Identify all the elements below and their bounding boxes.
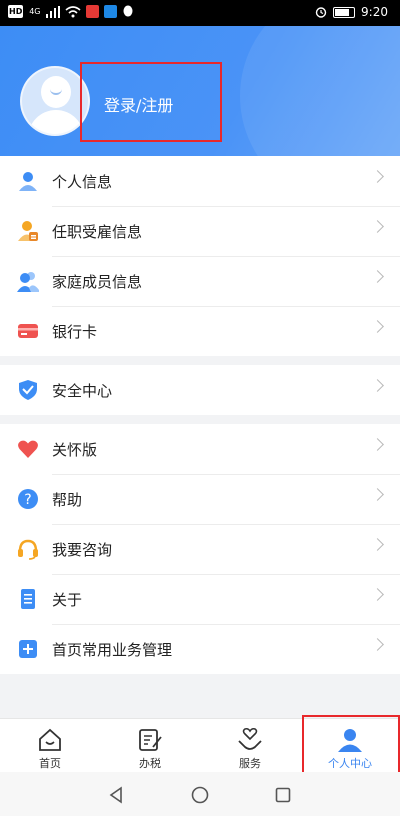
recents-icon[interactable] [275,787,291,803]
clock: 9:20 [361,5,388,19]
qq-icon [123,5,133,17]
alarm-icon [315,7,327,18]
tab-home[interactable]: 首页 [0,719,100,773]
tab-label: 首页 [39,757,61,770]
menu-item-label: 关于 [52,591,83,609]
header-decoration [240,26,400,156]
chevron-right-icon [371,379,384,392]
login-register-label: 登录/注册 [104,96,174,115]
menu-item-label: 帮助 [52,491,83,509]
tax-form-icon [139,729,162,751]
heart-icon [18,440,38,458]
plus-square-icon [19,640,37,658]
app-notification-icon [86,5,100,18]
menu-item-security-center[interactable]: 安全中心 [0,365,400,415]
menu-item-help[interactable]: ? 帮助 [0,474,400,524]
menu-item-label: 家庭成员信息 [52,273,143,291]
person-icon [19,172,37,191]
login-register-button[interactable]: 登录/注册 [80,62,222,142]
home-icon [39,728,61,751]
home-circle-icon[interactable] [191,786,209,804]
menu-item-personal-info[interactable]: 个人信息 [0,156,400,206]
family-icon [17,272,39,292]
menu-item-employment-info[interactable]: 任职受雇信息 [0,206,400,256]
menu-item-label: 安全中心 [52,382,113,400]
employment-icon [18,221,38,241]
tab-label: 服务 [239,757,261,770]
menu-group-misc: 关怀版 ? 帮助 我要咨询 关于 首页常用业务管理 [0,424,400,674]
chevron-right-icon [371,220,384,233]
menu-item-label: 个人信息 [52,173,113,191]
menu-item-care-edition[interactable]: 关怀版 [0,424,400,474]
battery-icon [333,6,356,18]
tab-label: 办税 [139,757,161,770]
chevron-right-icon [371,270,384,283]
chevron-right-icon [371,438,384,451]
menu-item-consult[interactable]: 我要咨询 [0,524,400,574]
status-bar: HD 4G 9:20 [0,0,400,26]
menu-item-about[interactable]: 关于 [0,574,400,624]
tab-tax[interactable]: 办税 [100,719,200,773]
menu-item-label: 任职受雇信息 [52,223,143,241]
chevron-right-icon [371,588,384,601]
chevron-right-icon [371,538,384,551]
tab-service[interactable]: 服务 [200,719,300,773]
menu-group-personal: 个人信息 任职受雇信息 家庭成员信息 银行卡 [0,156,400,356]
menu-item-label: 银行卡 [52,323,98,341]
avatar-body [28,110,84,134]
menu-item-home-business-management[interactable]: 首页常用业务管理 [0,624,400,674]
chevron-right-icon [371,320,384,333]
headset-icon [18,539,38,560]
service-heart-icon [238,727,262,750]
bank-card-icon [18,324,38,338]
menu-group-security: 安全中心 [0,365,400,415]
document-icon [21,589,35,609]
menu-item-bank-card[interactable]: 银行卡 [0,306,400,356]
back-icon[interactable] [108,786,124,804]
menu-item-label: 关怀版 [52,441,98,459]
chevron-right-icon [371,170,384,183]
hd-badge: HD [8,5,24,18]
menu-item-label: 我要咨询 [52,541,113,559]
wifi-icon [65,5,81,17]
signal-icon [46,5,61,18]
help-icon: ? [18,489,38,509]
chevron-right-icon [371,638,384,651]
shield-icon [19,380,37,400]
menu-item-label: 首页常用业务管理 [52,641,173,659]
svg-text:?: ? [24,492,31,508]
chevron-right-icon [371,488,384,501]
menu-item-family-info[interactable]: 家庭成员信息 [0,256,400,306]
app-notification-icon-2 [104,5,118,18]
system-navigation-bar [0,772,400,816]
network-badge: 4G [29,7,41,16]
